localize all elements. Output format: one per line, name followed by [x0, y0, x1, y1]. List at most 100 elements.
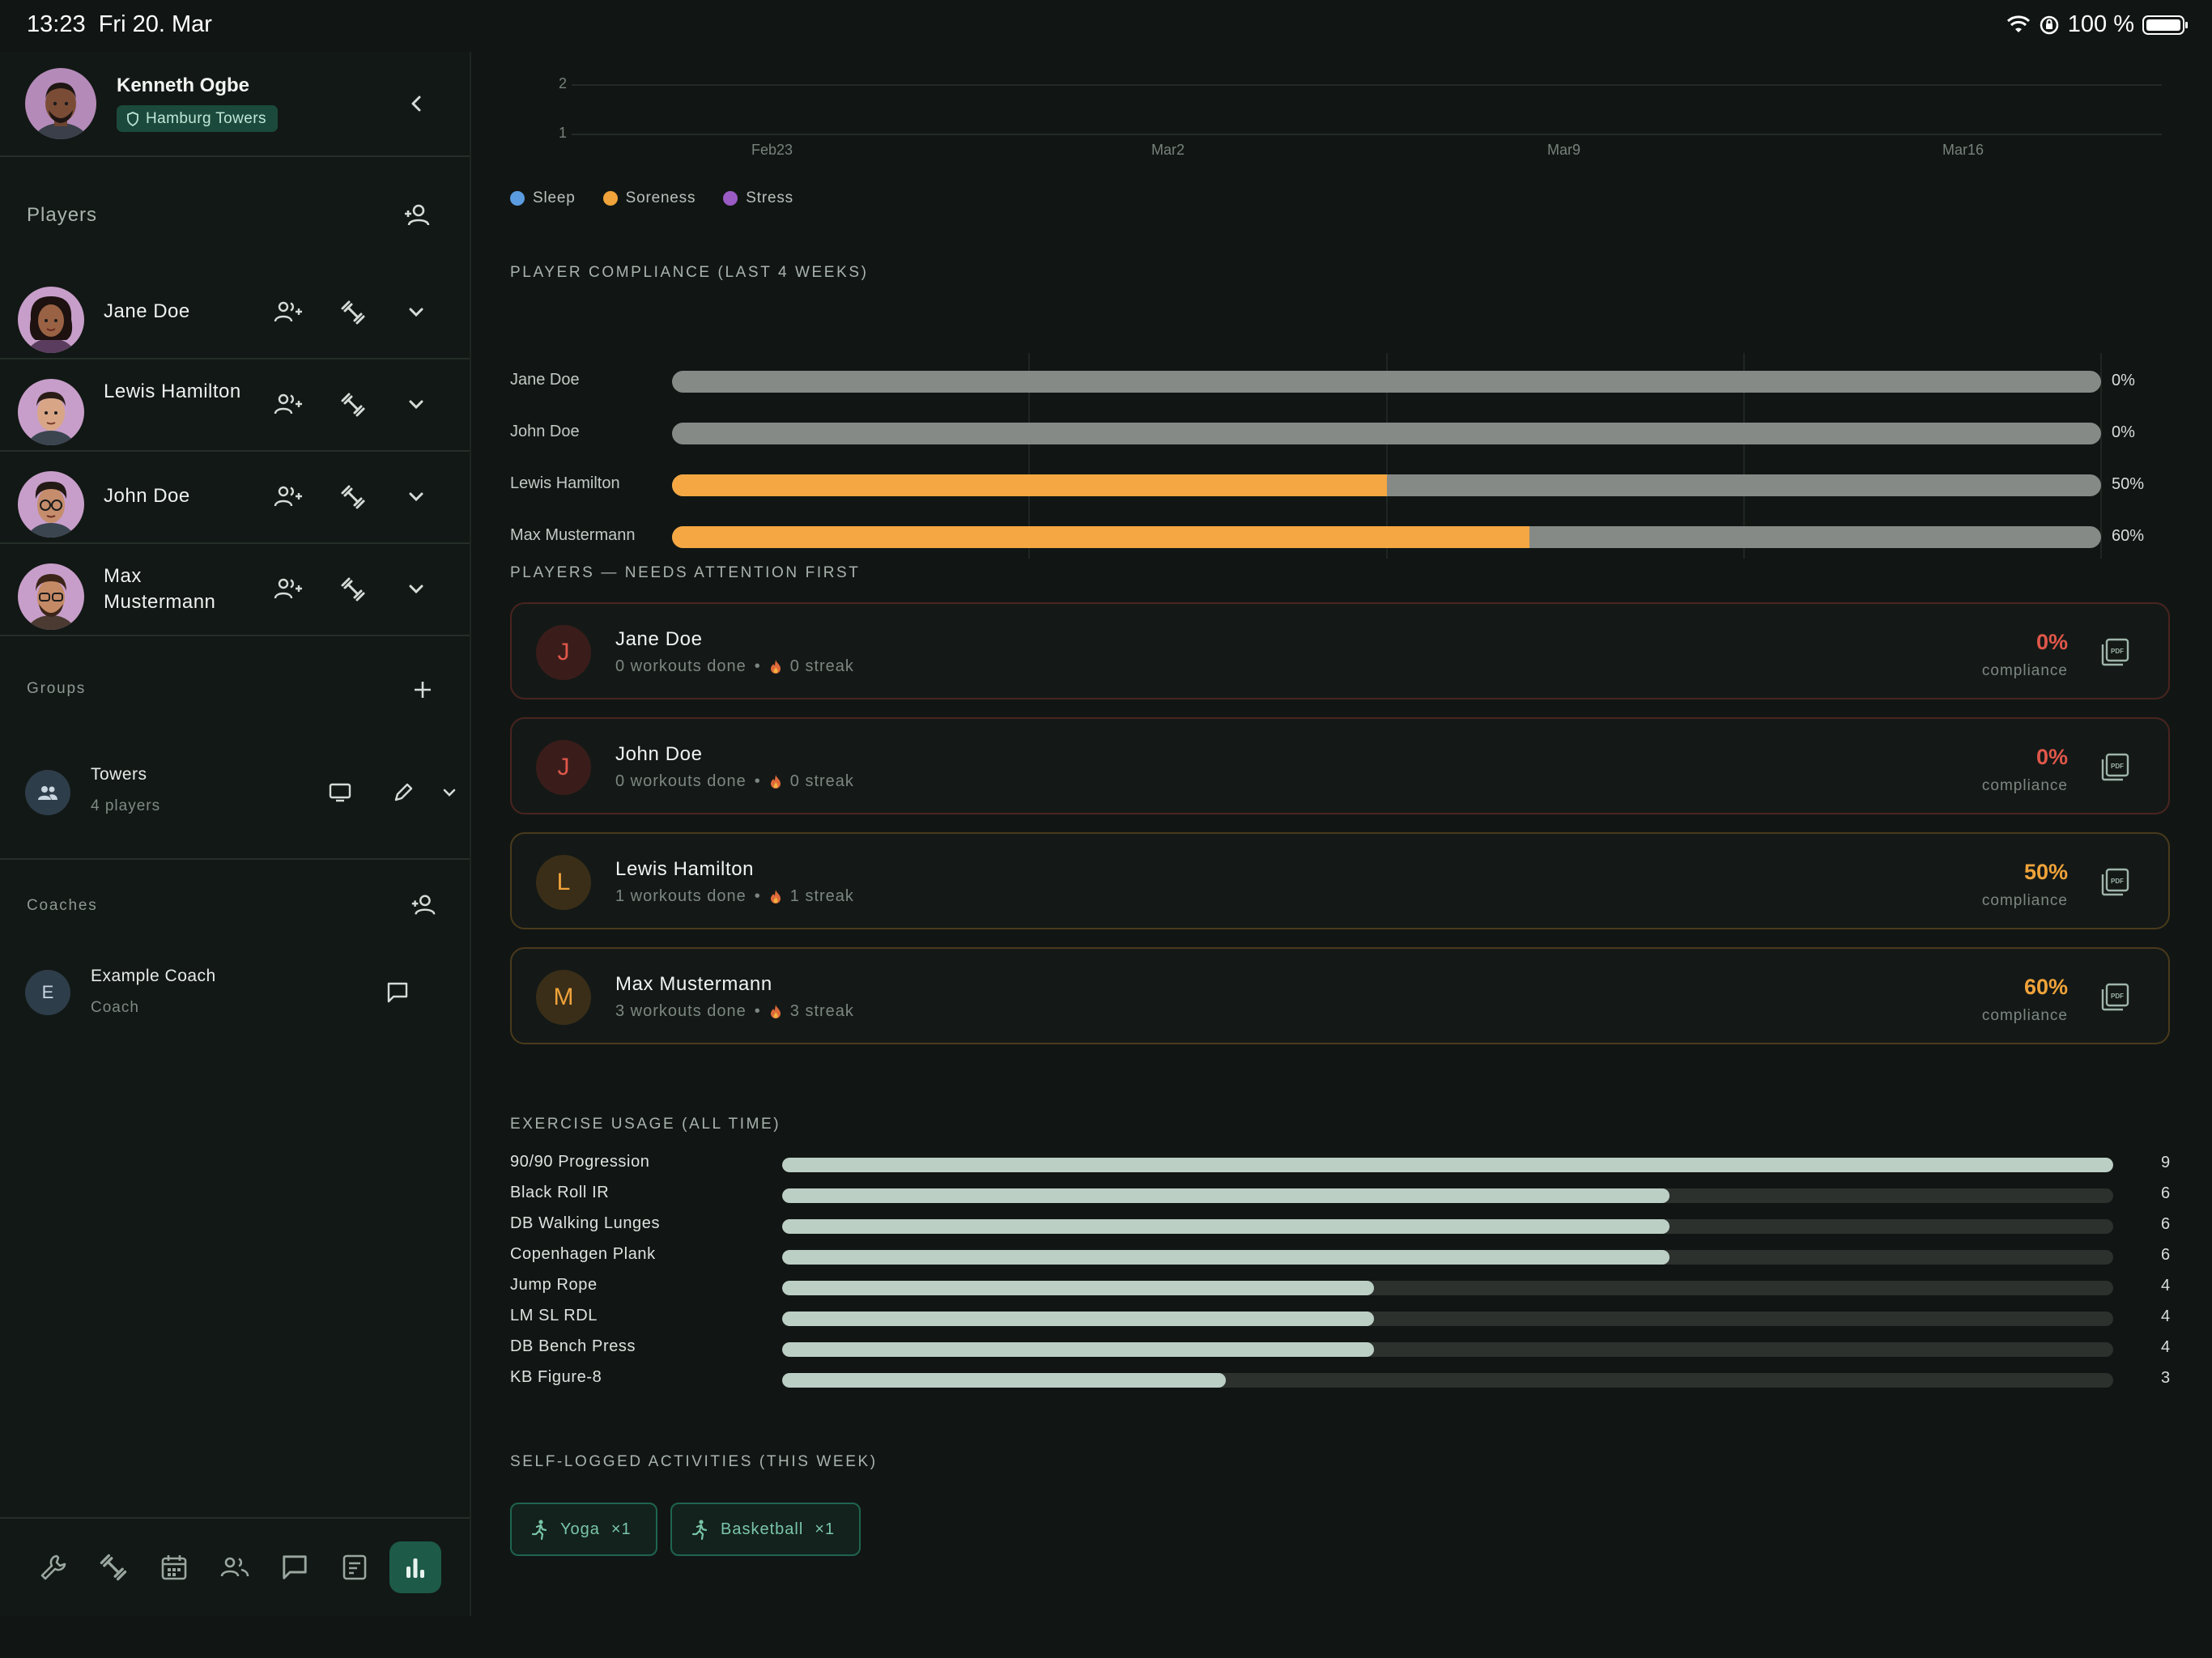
divider: [0, 858, 470, 860]
nav-analytics[interactable]: [389, 1541, 441, 1593]
export-pdf-button[interactable]: PDF: [2099, 981, 2131, 1014]
bottom-nav: [0, 1517, 470, 1618]
player-row[interactable]: Jane Doe: [0, 267, 470, 359]
orientation-lock-icon: [2040, 15, 2059, 34]
compliance-title: PLAYER COMPLIANCE (LAST 4 WEEKS): [510, 264, 869, 281]
workout-button[interactable]: [335, 387, 371, 423]
assign-player-button[interactable]: [270, 295, 306, 330]
assign-player-button[interactable]: [270, 479, 306, 515]
legend-item[interactable]: Sleep: [510, 189, 576, 207]
status-bar: 13:23 Fri 20. Mar 100 %: [0, 0, 2212, 52]
dumbbell-icon: [100, 1554, 127, 1581]
message-coach-button[interactable]: [380, 975, 415, 1010]
activity-chip[interactable]: Basketball ×1: [670, 1503, 861, 1556]
export-pdf-button[interactable]: PDF: [2099, 751, 2131, 784]
legend-dot: [723, 191, 738, 206]
exercise-row: DB Walking Lunges 6: [471, 1211, 2212, 1239]
exercise-name: LM SL RDL: [510, 1307, 598, 1324]
exercise-name: KB Figure-8: [510, 1368, 602, 1386]
nav-team[interactable]: [209, 1541, 261, 1593]
expand-player-button[interactable]: [398, 572, 434, 607]
y-tick: 1: [559, 125, 568, 141]
workout-button[interactable]: [335, 572, 371, 607]
separator-dot: •: [754, 657, 761, 675]
workout-button[interactable]: [335, 295, 371, 330]
activity-label: Yoga: [560, 1520, 600, 1538]
attention-card[interactable]: J John Doe 0 workouts done • 0 streak 0% compl…: [510, 717, 2170, 814]
wrench-icon: [40, 1554, 66, 1580]
legend-item[interactable]: Stress: [723, 189, 793, 207]
pdf-icon: PDF: [2101, 983, 2129, 1011]
x-tick: Mar9: [1547, 142, 1581, 158]
attention-card[interactable]: M Max Mustermann 3 workouts done • 3 streak 6…: [510, 947, 2170, 1044]
nav-reports[interactable]: [329, 1541, 381, 1593]
attention-card[interactable]: L Lewis Hamilton 1 workouts done • 1 streak 5…: [510, 832, 2170, 929]
separator-dot: •: [754, 887, 761, 905]
expand-player-button[interactable]: [398, 295, 434, 330]
gridline: [572, 134, 2162, 135]
exercise-row: LM SL RDL 4: [471, 1303, 2212, 1331]
compliance-chart: Jane Doe 0% John Doe 0% Lewis Hamilton 50% Max…: [471, 303, 2212, 562]
chevron-down-icon: [409, 492, 423, 502]
compliance-percent: 60%: [2023, 975, 2068, 999]
legend-item[interactable]: Soreness: [602, 189, 696, 207]
group-row[interactable]: Towers 4 players: [0, 744, 470, 841]
compliance-percent: 50%: [2023, 860, 2068, 884]
add-group-button[interactable]: [405, 672, 440, 708]
add-coach-button[interactable]: [406, 887, 441, 923]
workouts-count: 0 workouts done: [615, 657, 747, 675]
activity-chip[interactable]: Yoga ×1: [510, 1503, 657, 1556]
player-stats: 1 workouts done • 1 streak: [615, 887, 854, 906]
export-pdf-button[interactable]: PDF: [2099, 866, 2131, 899]
player-row[interactable]: Lewis Hamilton: [0, 359, 470, 452]
exercise-bar: [782, 1281, 1374, 1295]
compliance-value: 0%: [2112, 372, 2135, 389]
chat-bubble-icon: [283, 1555, 307, 1579]
battery-icon: [2142, 15, 2188, 35]
exercise-usage-title: EXERCISE USAGE (ALL TIME): [510, 1116, 781, 1133]
exercise-name: 90/90 Progression: [510, 1153, 650, 1171]
streak-count: 3 streak: [789, 1002, 854, 1020]
workouts-count: 1 workouts done: [615, 887, 747, 905]
running-person-icon: [691, 1520, 708, 1540]
assign-player-button[interactable]: [270, 387, 306, 423]
present-group-button[interactable]: [322, 775, 358, 810]
nav-chat[interactable]: [269, 1541, 321, 1593]
player-row[interactable]: John Doe: [0, 452, 470, 544]
expand-player-button[interactable]: [398, 387, 434, 423]
legend-dot: [602, 191, 618, 206]
exercise-count: 9: [2161, 1154, 2171, 1171]
flame-icon: [770, 659, 781, 674]
nav-tools[interactable]: [28, 1541, 79, 1593]
player-stats: 0 workouts done • 0 streak: [615, 657, 854, 676]
nav-calendar[interactable]: [148, 1541, 200, 1593]
export-pdf-button[interactable]: PDF: [2099, 636, 2131, 669]
assign-player-button[interactable]: [270, 572, 306, 607]
exercise-bar-track: [782, 1250, 2113, 1265]
add-player-button[interactable]: [399, 198, 435, 233]
compliance-value: 60%: [2112, 527, 2145, 545]
attention-card[interactable]: J Jane Doe 0 workouts done • 0 streak 0% compl…: [510, 602, 2170, 699]
avatar[interactable]: [25, 68, 96, 139]
expand-player-button[interactable]: [398, 479, 434, 515]
status-time: 13:23 Fri 20. Mar: [27, 11, 212, 38]
collapse-sidebar-button[interactable]: [401, 87, 433, 120]
edit-group-button[interactable]: [385, 775, 421, 810]
monitor-icon: [329, 783, 351, 802]
coach-row[interactable]: E Example Coach Coach: [0, 959, 470, 1039]
dumbbell-icon: [341, 577, 365, 602]
chat-bubble-icon: [387, 982, 408, 1003]
workout-button[interactable]: [335, 479, 371, 515]
compliance-bar-track: [672, 371, 2101, 393]
player-name: Jane Doe: [615, 628, 703, 650]
exercise-count: 6: [2161, 1184, 2171, 1202]
expand-group-button[interactable]: [432, 775, 467, 810]
nav-workouts[interactable]: [87, 1541, 139, 1593]
player-row[interactable]: Max Mustermann: [0, 544, 470, 636]
workouts-count: 0 workouts done: [615, 772, 747, 790]
exercise-count: 4: [2161, 1338, 2171, 1356]
team-badge: Hamburg Towers: [117, 105, 278, 132]
compliance-row: John Doe 0%: [471, 418, 2212, 450]
exercise-bar-track: [782, 1188, 2113, 1203]
separator-dot: •: [754, 1002, 761, 1020]
